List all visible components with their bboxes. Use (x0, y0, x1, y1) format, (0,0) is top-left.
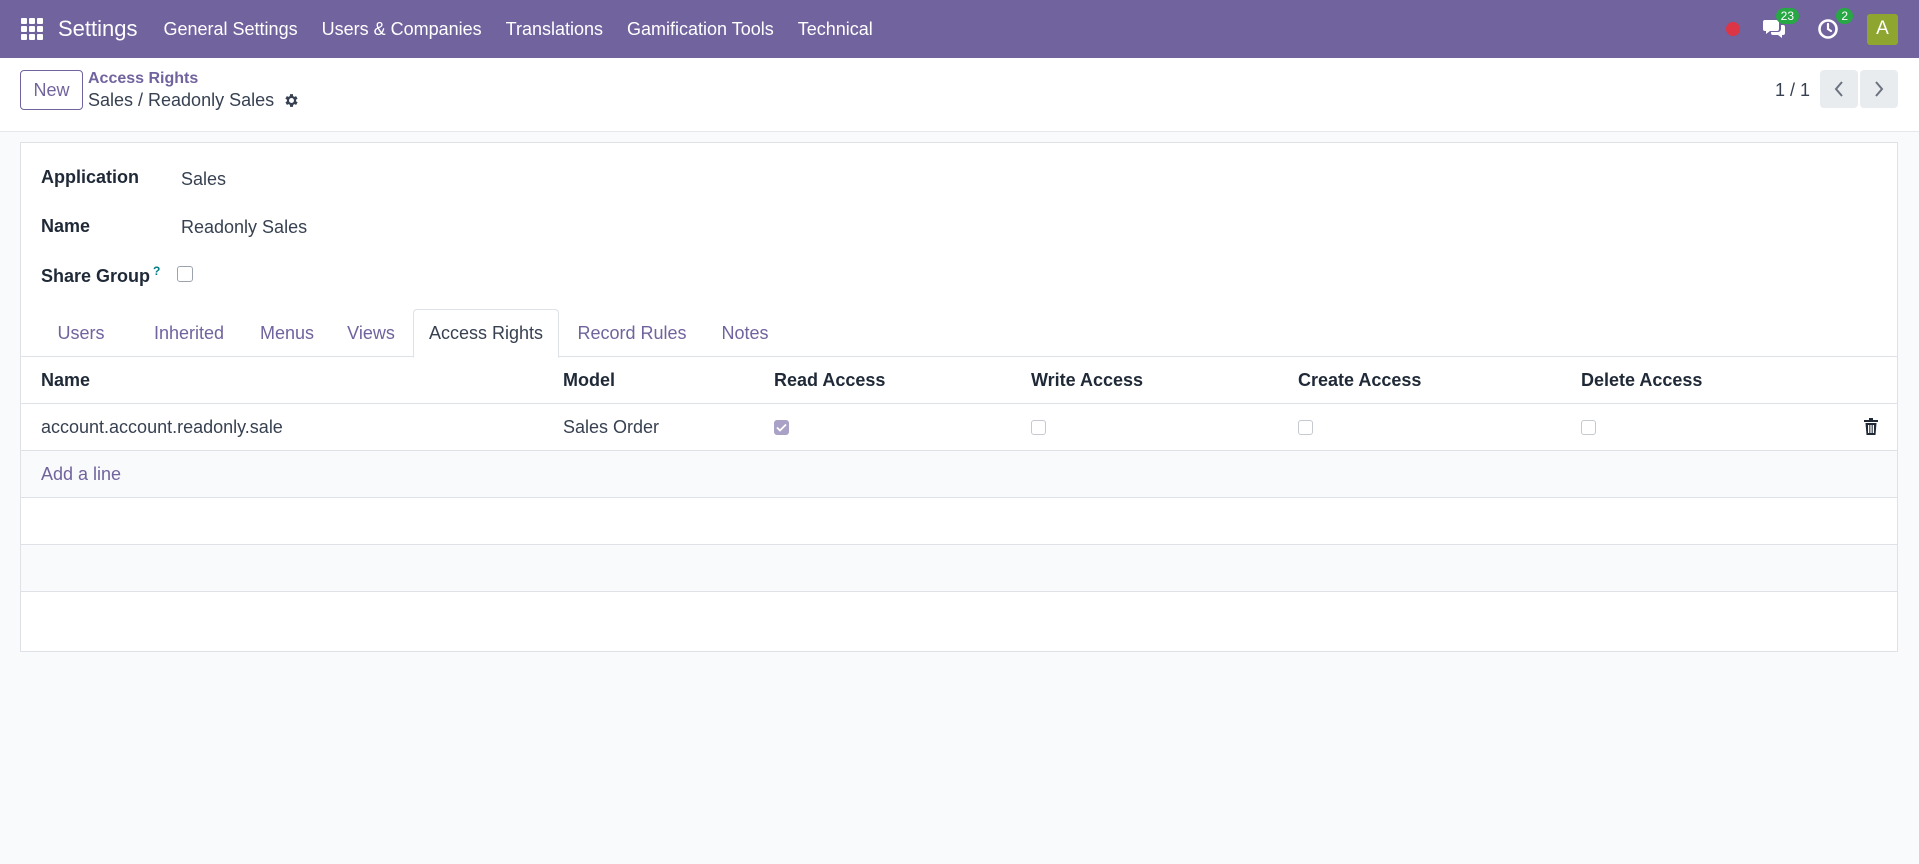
menu-gamification-tools[interactable]: Gamification Tools (627, 19, 774, 40)
row-model-cell[interactable]: Sales Order (563, 417, 659, 438)
application-field[interactable]: Sales (181, 169, 226, 190)
tab-access-rights[interactable]: Access Rights (413, 309, 559, 358)
delete-access-checkbox[interactable] (1581, 420, 1596, 435)
breadcrumb-current: Sales / Readonly Sales (88, 90, 300, 111)
share-group-label: Share Group? (41, 264, 160, 287)
tab-record-rules[interactable]: Record Rules (569, 309, 695, 357)
add-line-row: Add a line (21, 451, 1897, 498)
empty-row (21, 498, 1897, 545)
name-label: Name (41, 216, 91, 236)
empty-row (21, 545, 1897, 592)
messages-button[interactable]: 23 (1759, 8, 1799, 44)
column-header-delete-access[interactable]: Delete Access (1581, 370, 1702, 391)
gear-icon[interactable] (283, 92, 300, 109)
breadcrumb-parent-link[interactable]: Access Rights (88, 70, 198, 88)
user-avatar[interactable]: A (1867, 13, 1898, 45)
top-navbar: Settings General Settings Users & Compan… (0, 0, 1919, 58)
tab-users[interactable]: Users (41, 309, 121, 357)
form-sheet: Application Sales Name Readonly Sales Sh… (20, 142, 1898, 652)
menu-technical[interactable]: Technical (798, 19, 873, 40)
column-header-name[interactable]: Name (41, 370, 90, 391)
table-row[interactable]: account.account.readonly.sale Sales Orde… (21, 404, 1897, 451)
messages-count-badge: 23 (1775, 8, 1799, 24)
apps-menu-icon[interactable] (21, 18, 43, 40)
pager-previous-button[interactable] (1820, 70, 1858, 108)
clock-icon (1818, 19, 1838, 39)
column-header-write-access[interactable]: Write Access (1031, 370, 1143, 391)
menu-general-settings[interactable]: General Settings (164, 19, 298, 40)
chevron-right-icon (1875, 81, 1884, 97)
tab-notes[interactable]: Notes (707, 309, 783, 357)
trash-icon[interactable] (1864, 418, 1878, 440)
tab-inherited[interactable]: Inherited (139, 309, 239, 357)
menu-translations[interactable]: Translations (506, 19, 603, 40)
new-button[interactable]: New (20, 70, 83, 110)
column-header-model[interactable]: Model (563, 370, 615, 391)
name-field[interactable]: Readonly Sales (181, 217, 307, 238)
pager-value[interactable]: 1 / 1 (1775, 80, 1810, 101)
create-access-checkbox[interactable] (1298, 420, 1313, 435)
add-a-line-link[interactable]: Add a line (41, 464, 121, 485)
app-brand[interactable]: Settings (58, 16, 138, 42)
control-panel: New Access Rights Sales / Readonly Sales… (0, 58, 1919, 132)
checkmark-icon (776, 423, 787, 432)
recording-indicator-icon[interactable] (1726, 22, 1740, 36)
tab-menus[interactable]: Menus (247, 309, 327, 357)
activities-button[interactable]: 2 (1813, 8, 1853, 44)
share-group-checkbox[interactable] (177, 266, 193, 282)
breadcrumb-current-label: Sales / Readonly Sales (88, 90, 275, 110)
row-name-cell[interactable]: account.account.readonly.sale (41, 417, 283, 438)
application-label: Application (41, 167, 139, 187)
tab-views[interactable]: Views (331, 309, 411, 357)
menu-users-companies[interactable]: Users & Companies (322, 19, 482, 40)
table-header: Name Model Read Access Write Access Crea… (21, 357, 1897, 404)
help-tooltip-icon[interactable]: ? (153, 264, 160, 278)
column-header-create-access[interactable]: Create Access (1298, 370, 1421, 391)
share-group-label-text: Share Group (41, 266, 151, 286)
activities-count-badge: 2 (1836, 8, 1853, 24)
notebook-tabs: Users Inherited Menus Views Access Right… (21, 309, 1897, 358)
column-header-read-access[interactable]: Read Access (774, 370, 885, 391)
chevron-left-icon (1834, 81, 1843, 97)
write-access-checkbox[interactable] (1031, 420, 1046, 435)
pager-next-button[interactable] (1860, 70, 1898, 108)
read-access-checkbox[interactable] (774, 420, 789, 435)
